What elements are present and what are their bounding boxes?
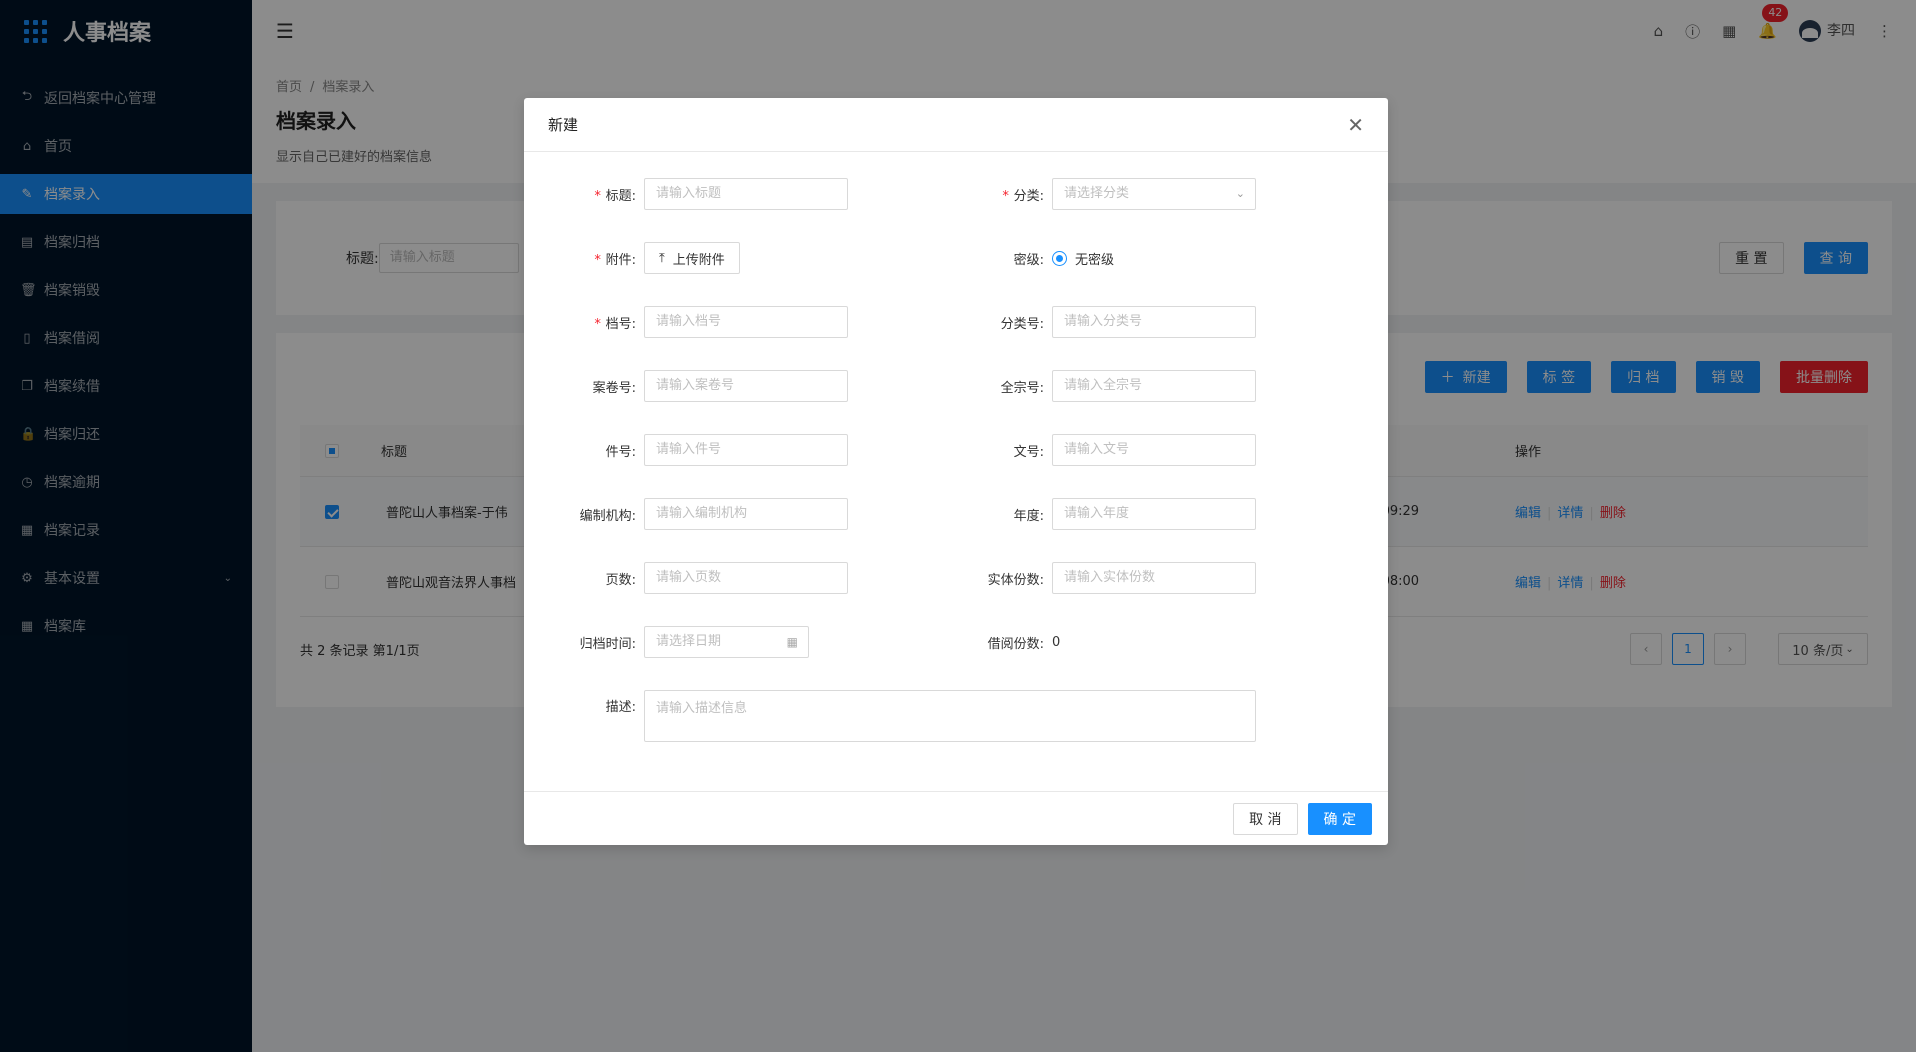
field-class-no: 分类号: 请输入分类号 [932,306,1256,338]
upload-button[interactable]: ⤒ 上传附件 [644,242,740,274]
field-label: 借阅份数: [987,636,1044,652]
field-label: 编制机构: [579,508,636,524]
chevron-down-icon: ⌄ [1235,187,1245,200]
doc-no-input[interactable]: 请输入文号 [1052,434,1256,466]
field-title: * 标题: 请输入标题 [524,178,848,210]
secret-radio[interactable] [1052,250,1067,266]
field-borrow-copies: 借阅份数: 0 [932,626,1061,658]
field-label: * 档号: [593,316,636,332]
field-label: 页数: [605,572,636,588]
date-placeholder: 请选择日期 [656,634,722,649]
fonds-no-input[interactable]: 请输入全宗号 [1052,370,1256,402]
borrow-copies-value: 0 [1052,634,1061,650]
field-label: 归档时间: [579,636,636,652]
field-label: 分类号: [1000,316,1044,332]
field-doc-no: 文号: 请输入文号 [932,434,1256,466]
new-archive-modal: 新建 ✕ * 标题: 请输入标题 * 分类: 请选择分类 ⌄ * 附件: ⤒ 上传附件 密… [524,98,1388,845]
field-label: * 分类: [1001,188,1044,204]
field-label: 年度: [1013,508,1044,524]
secret-option-label[interactable]: 无密级 [1075,249,1114,268]
category-select[interactable]: 请选择分类 ⌄ [1052,178,1256,210]
field-volume-no: 案卷号: 请输入案卷号 [524,370,848,402]
item-no-input[interactable]: 请输入件号 [644,434,848,466]
field-archive-time: 归档时间: 请选择日期 ▦ [524,626,809,658]
close-icon[interactable]: ✕ [1347,113,1364,137]
upload-icon: ⤒ [659,250,665,266]
field-label: 文号: [1013,444,1044,460]
cancel-button[interactable]: 取 消 [1233,802,1298,835]
modal-body: * 标题: 请输入标题 * 分类: 请选择分类 ⌄ * 附件: ⤒ 上传附件 密级: 无密… [524,152,1388,791]
field-fonds-no: 全宗号: 请输入全宗号 [932,370,1256,402]
field-label-text: 标题: [605,188,636,204]
field-label: 实体份数: [987,572,1044,588]
year-input[interactable]: 请输入年度 [1052,498,1256,530]
field-label: * 附件: [593,252,636,268]
field-label: 件号: [605,444,636,460]
file-no-input[interactable]: 请输入档号 [644,306,848,338]
volume-no-input[interactable]: 请输入案卷号 [644,370,848,402]
field-label-text: 分类: [1013,188,1044,204]
field-category: * 分类: 请选择分类 ⌄ [932,178,1256,210]
description-textarea[interactable]: 请输入描述信息 [644,690,1256,742]
copies-input[interactable]: 请输入实体份数 [1052,562,1256,594]
field-label: 密级: [1013,252,1044,268]
field-year: 年度: 请输入年度 [932,498,1256,530]
title-input[interactable]: 请输入标题 [644,178,848,210]
field-label: 描述: [605,700,636,715]
field-file-no: * 档号: 请输入档号 [524,306,848,338]
field-label: 案卷号: [592,380,636,396]
pages-input[interactable]: 请输入页数 [644,562,848,594]
field-item-no: 件号: 请输入件号 [524,434,848,466]
class-no-input[interactable]: 请输入分类号 [1052,306,1256,338]
field-description: 描述: 请输入描述信息 [524,690,1256,742]
field-label-text: 档号: [605,316,636,332]
field-label: * 标题: [593,188,636,204]
upload-label: 上传附件 [672,252,725,268]
modal-title: 新建 [548,116,579,134]
field-secret: 密级: 无密级 [932,242,1114,274]
field-attachment: * 附件: ⤒ 上传附件 [524,242,740,274]
modal-header: 新建 ✕ [524,98,1388,152]
field-pages: 页数: 请输入页数 [524,562,848,594]
field-org: 编制机构: 请输入编制机构 [524,498,848,530]
archive-date-picker[interactable]: 请选择日期 ▦ [644,626,809,658]
calendar-icon: ▦ [786,635,798,649]
modal-footer: 取 消 确 定 [524,791,1388,845]
field-copies: 实体份数: 请输入实体份数 [932,562,1256,594]
org-input[interactable]: 请输入编制机构 [644,498,848,530]
field-label-text: 附件: [605,252,636,268]
ok-button[interactable]: 确 定 [1307,802,1372,835]
category-placeholder: 请选择分类 [1064,186,1130,201]
field-label: 全宗号: [1000,380,1044,396]
